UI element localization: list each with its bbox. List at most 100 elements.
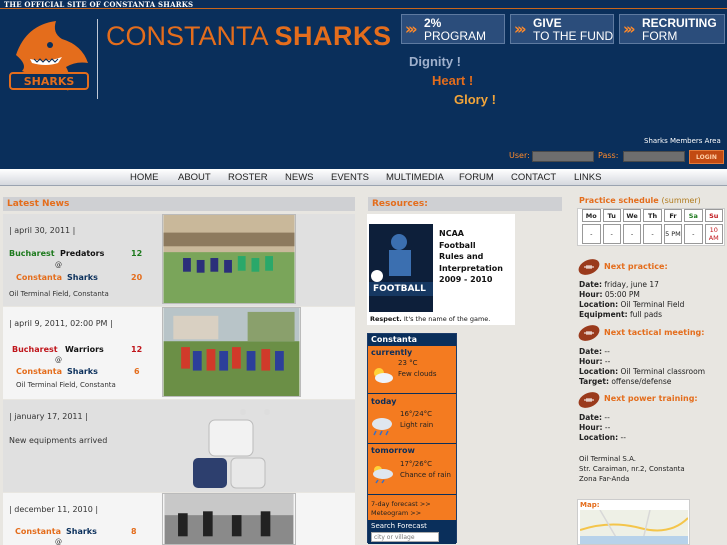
game-photo[interactable] <box>162 307 301 397</box>
news-item[interactable]: | april 30, 2011 | Bucharest Predators 1… <box>3 214 355 306</box>
pass-label: Pass: <box>598 151 619 160</box>
address-line: Oil Terminal S.A. <box>579 455 636 463</box>
home-team-city: Bucharest <box>12 345 58 354</box>
motto-dignity: Dignity ! <box>409 54 461 69</box>
news-item[interactable]: | december 11, 2010 | Constanta Sharks 8… <box>3 493 355 545</box>
nav-multimedia[interactable]: MULTIMEDIA <box>386 172 444 183</box>
game-photo[interactable] <box>162 493 296 545</box>
field-label: Hour: <box>579 290 603 299</box>
schedule-cell: - <box>643 224 662 244</box>
field-label: Hour: <box>579 423 603 432</box>
day-header: Tu <box>602 209 621 222</box>
site-header: SHARKS CONSTANTA SHARKS ››› 2% PROGRAM ›… <box>0 9 727 169</box>
caption-bold: Respect. <box>370 315 402 323</box>
nav-events[interactable]: EVENTS <box>331 172 369 183</box>
practice-equipment: full pads <box>630 310 662 319</box>
nav-contact[interactable]: CONTACT <box>511 172 556 183</box>
shark-logo-icon[interactable]: SHARKS <box>6 15 92 101</box>
practice-schedule-table: Mo Tu We Th Fr Sa Su - - - - 5 PM - 10 A… <box>580 207 725 246</box>
next-power-title: Next power training: <box>604 394 698 403</box>
light-rain-icon <box>372 418 392 436</box>
news-item[interactable]: | january 17, 2011 | New equipments arri… <box>3 400 355 492</box>
logo-wordmark: SHARKS <box>24 75 75 88</box>
latest-news-heading: Latest News <box>3 197 355 211</box>
nav-home[interactable]: HOME <box>130 172 159 183</box>
power-date: -- <box>604 413 610 422</box>
user-label: User: <box>509 151 530 160</box>
equipment-photo[interactable] <box>185 406 281 490</box>
news-item[interactable]: | april 9, 2011, 02:00 PM | Bucharest Wa… <box>3 307 355 399</box>
home-team-name: Sharks <box>66 527 97 536</box>
double-chevron-right-icon: ››› <box>405 20 417 38</box>
motto-heart: Heart ! <box>432 73 474 88</box>
promo-recruiting-form[interactable]: ››› RECRUITING FORM <box>619 14 725 44</box>
game-photo[interactable] <box>162 214 296 304</box>
away-team-name: Sharks <box>67 367 98 376</box>
rulebook-cover[interactable]: FOOTBALL <box>369 224 433 312</box>
away-team-name: Sharks <box>67 273 98 282</box>
day-header: We <box>622 209 642 222</box>
news-date: | april 30, 2011 | <box>9 226 76 235</box>
ncaa-rulebook-card[interactable]: FOOTBALL NCAA Football Rules and Interpr… <box>367 214 515 325</box>
venue: Oil Terminal Field, Constanta <box>16 381 116 389</box>
schedule-title: Practice schedule <box>579 196 659 205</box>
tactical-location: Oil Terminal classroom <box>620 367 706 376</box>
field-label: Date: <box>579 280 602 289</box>
weather-tomorrow-label: tomorrow <box>371 446 415 455</box>
promo-line-2: FORM <box>642 29 678 43</box>
brand-city: CONSTANTA <box>106 21 268 51</box>
home-team-city: Bucharest <box>9 249 55 258</box>
schedule-season: (summer) <box>661 196 701 205</box>
next-practice-title: Next practice: <box>604 262 668 271</box>
home-team-name: Warriors <box>65 345 104 354</box>
book-title-line: Interpretation <box>439 263 503 273</box>
at-symbol: @ <box>55 538 62 545</box>
schedule-cell: - <box>684 224 703 244</box>
schedule-cell: - <box>622 224 642 244</box>
password-input[interactable] <box>623 151 685 162</box>
book-title-line: Football <box>439 240 476 250</box>
motto-glory: Glory ! <box>454 92 496 107</box>
schedule-cell: 5 PM <box>663 224 683 244</box>
promo-give-to-fund[interactable]: ››› GIVE TO THE FUND <box>510 14 614 44</box>
weather-currently-label: currently <box>371 348 413 357</box>
day-header: Sa <box>684 209 703 222</box>
home-team-name: Predators <box>60 249 105 258</box>
caption-text: It's the name of the game. <box>401 315 491 323</box>
promo-2-percent-program[interactable]: ››› 2% PROGRAM <box>401 14 505 44</box>
double-chevron-right-icon: ››› <box>623 20 635 38</box>
cover-title: FOOTBALL <box>373 284 426 294</box>
nav-roster[interactable]: ROSTER <box>228 172 268 183</box>
day-header: Fr <box>663 209 683 222</box>
schedule-cell: - <box>582 224 601 244</box>
members-area-label[interactable]: Sharks Members Area <box>644 137 721 145</box>
seven-day-forecast-link[interactable]: 7-day forecast >> <box>371 500 431 508</box>
field-label: Location: <box>579 367 619 376</box>
football-icon <box>578 259 600 275</box>
home-score: 12 <box>131 249 143 258</box>
user-input[interactable] <box>532 151 594 162</box>
at-symbol: @ <box>55 261 62 269</box>
schedule-cell: 10 AM <box>704 224 723 244</box>
weather-current-desc: Few clouds <box>398 370 437 378</box>
login-button[interactable]: LOGIN <box>689 150 724 164</box>
nav-news[interactable]: NEWS <box>285 172 314 183</box>
promo-line-2: PROGRAM <box>424 29 487 43</box>
weather-today-label: today <box>371 397 397 406</box>
site-brand[interactable]: CONSTANTA SHARKS <box>106 21 392 51</box>
nav-links[interactable]: LINKS <box>574 172 601 183</box>
few-clouds-icon <box>374 368 393 383</box>
nav-about[interactable]: ABOUT <box>178 172 211 183</box>
home-score: 8 <box>131 527 137 536</box>
map-image[interactable] <box>580 510 688 544</box>
meteogram-link[interactable]: Meteogram >> <box>371 509 421 517</box>
day-header: Su <box>704 209 723 222</box>
forecast-search-input[interactable] <box>371 532 439 542</box>
day-header: Th <box>643 209 662 222</box>
location-map[interactable]: Map: <box>577 499 690 545</box>
news-text: New equipments arrived <box>9 436 108 445</box>
news-date: | april 9, 2011, 02:00 PM | <box>9 319 113 328</box>
address-line: Str. Caraiman, nr.2, Constanta <box>579 465 685 473</box>
nav-forum[interactable]: FORUM <box>459 172 494 183</box>
practice-date: friday, june 17 <box>604 280 659 289</box>
